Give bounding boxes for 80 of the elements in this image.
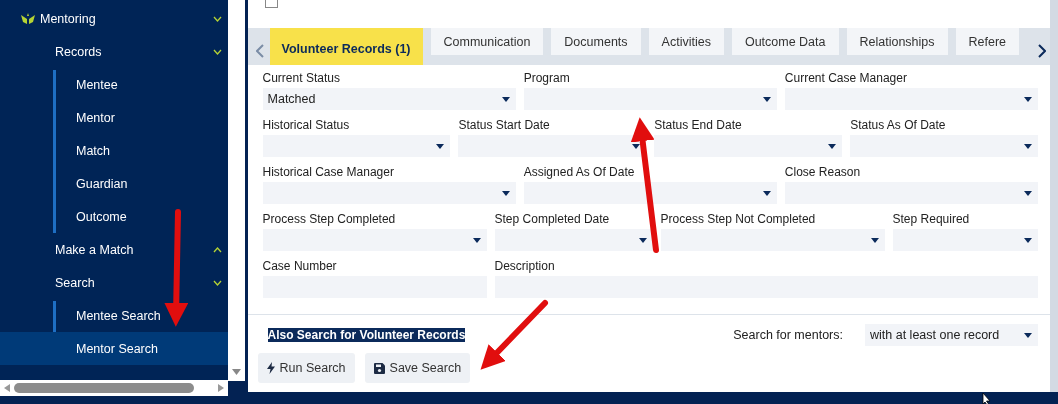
dropdown-field[interactable] <box>892 229 1038 251</box>
chevron-icon <box>212 49 222 55</box>
save-search-button[interactable]: Save Search <box>364 353 471 383</box>
scroll-right-icon[interactable] <box>217 384 224 392</box>
field-label: Historical Status <box>262 118 351 132</box>
chevron-left-icon[interactable] <box>255 44 264 58</box>
sidebar-item[interactable]: Outcome <box>0 200 228 233</box>
field-label: Close Reason <box>784 165 862 179</box>
chevron-icon <box>212 280 222 286</box>
caret-icon <box>501 96 510 102</box>
field-label: Status Start Date <box>458 118 551 132</box>
dropdown-field[interactable] <box>494 229 653 251</box>
dropdown-field[interactable] <box>262 182 516 204</box>
dropdown-field[interactable] <box>523 182 777 204</box>
dropdown-field[interactable] <box>850 135 1038 157</box>
field-label: Assigned As Of Date <box>523 165 636 179</box>
tab[interactable]: Refere <box>955 28 1020 55</box>
sidebar-item[interactable]: Search <box>0 266 228 299</box>
sidebar-item[interactable]: Make a Match <box>0 233 228 266</box>
field-label: Program <box>523 71 571 85</box>
caret-icon <box>436 143 445 149</box>
dropdown-field[interactable] <box>784 88 1038 110</box>
chevron-icon <box>212 247 222 253</box>
caret-icon <box>1024 237 1032 243</box>
field-label: Case Number <box>262 259 338 273</box>
caret-icon <box>828 143 837 149</box>
option-label: Also Search for Volunteer Records <box>267 328 466 342</box>
sidebar-item[interactable]: Match <box>0 134 228 167</box>
sidebar-item[interactable]: Mentor Search <box>0 332 228 365</box>
scroll-left-icon[interactable] <box>4 384 10 392</box>
sidebar-item[interactable]: Mentee <box>0 68 228 101</box>
field-label: Step Required <box>892 212 971 226</box>
sidebar-item[interactable]: Mentee Search <box>0 299 228 332</box>
lightning-icon <box>266 362 275 374</box>
caret-icon <box>1024 96 1032 102</box>
sidebar-item[interactable]: Mentor <box>0 101 228 134</box>
field-label: Status As Of Date <box>850 118 947 132</box>
caret-icon <box>472 237 481 243</box>
dropdown-field[interactable] <box>523 88 777 110</box>
field-label: Process Step Not Completed <box>660 212 817 226</box>
field-label: Search for mentors: <box>733 328 843 342</box>
dropdown-field[interactable]: Matched <box>262 88 516 110</box>
caret-icon <box>870 237 879 243</box>
field-label: Description <box>494 259 556 273</box>
dropdown-field[interactable] <box>784 182 1038 204</box>
field-label: Current Case Manager <box>784 71 908 85</box>
caret-icon <box>1024 190 1032 196</box>
run-search-button[interactable]: Run Search <box>257 353 355 383</box>
caret-icon <box>1024 332 1032 338</box>
sidebar-item[interactable]: Guardian <box>0 167 228 200</box>
dropdown-field[interactable] <box>654 135 843 157</box>
hands-icon <box>20 12 36 25</box>
horizontal-scrollbar[interactable] <box>0 380 228 396</box>
sidebar-item[interactable]: Records <box>0 35 228 68</box>
scroll-down-icon[interactable] <box>231 369 241 375</box>
tab[interactable]: Outcome Data <box>731 28 839 55</box>
field-label: Current Status <box>262 71 341 85</box>
caret-icon <box>638 237 647 243</box>
field-label: Process Step Completed <box>262 212 397 226</box>
caret-icon <box>632 143 641 149</box>
caret-icon <box>762 96 771 102</box>
field-label: Historical Case Manager <box>262 165 395 179</box>
sidebar-item[interactable]: Mentoring <box>0 2 228 35</box>
dropdown-field[interactable] <box>262 135 451 157</box>
dropdown-field[interactable] <box>262 229 487 251</box>
dropdown-field[interactable] <box>660 229 885 251</box>
caret-icon <box>1024 143 1032 149</box>
tab[interactable]: Documents <box>551 28 641 55</box>
dropdown-field[interactable]: with at least one record <box>865 324 1038 346</box>
input-field[interactable] <box>494 276 1038 298</box>
tab[interactable]: Activities <box>648 28 724 55</box>
field-label: Status End Date <box>654 118 743 132</box>
tab[interactable]: Volunteer Records (1) <box>269 28 423 65</box>
field-label: Step Completed Date <box>494 212 611 226</box>
tab[interactable]: Communication <box>430 28 544 55</box>
tab[interactable]: Relationships <box>846 28 948 55</box>
caret-icon <box>762 190 771 196</box>
caret-icon <box>501 190 510 196</box>
checkbox[interactable] <box>264 0 278 8</box>
annotation-arrow <box>480 300 548 370</box>
